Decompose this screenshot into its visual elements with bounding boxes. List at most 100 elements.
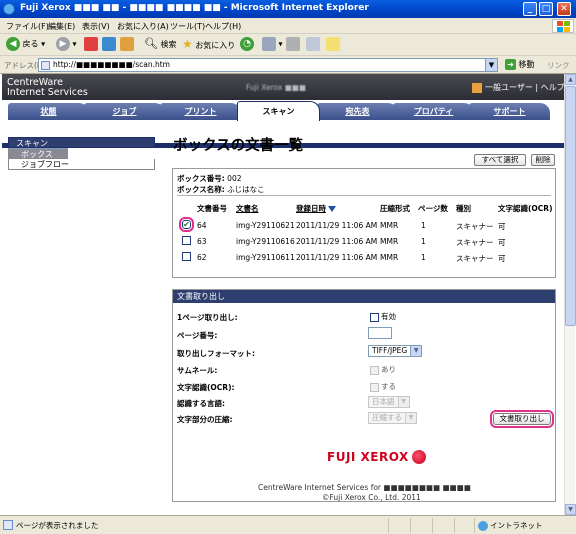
table-row: ✔ 64 img-Y29110621 2011/11/29 11:06 AM MMR 1 ス… xyxy=(173,217,557,233)
tab-properties[interactable]: プロパティ xyxy=(393,103,474,120)
search-icon: 🔍︎ xyxy=(144,37,158,50)
xerox-sphere-icon xyxy=(411,450,426,464)
user-icon xyxy=(472,82,482,93)
cwis-header: CentreWare Internet Services Fuji Xerox … xyxy=(2,74,564,100)
format-label: 取り出しフォーマット: xyxy=(177,349,255,358)
links-button[interactable]: リンク xyxy=(547,60,570,71)
cell-doc-number: 62 xyxy=(197,253,207,262)
cell-doc-number: 64 xyxy=(197,221,207,230)
history-button[interactable]: ◔ xyxy=(240,37,254,53)
refresh-button[interactable] xyxy=(102,37,116,53)
menu-bar: ファイル(F) 編集(E) 表示(V) お気に入り(A) ツール(T) ヘルプ(… xyxy=(0,18,576,34)
go-button[interactable]: ➜ 移動 xyxy=(505,59,535,70)
back-button[interactable]: ◀ 戻る ▾ xyxy=(6,37,45,53)
tab-job[interactable]: ジョブ xyxy=(84,103,165,120)
intranet-icon xyxy=(478,521,488,531)
page-number-input[interactable] xyxy=(368,327,392,339)
fuji-xerox-logo: FUJI XEROX xyxy=(327,450,426,470)
maximize-button[interactable]: □ xyxy=(539,2,553,16)
row-checkbox[interactable] xyxy=(182,252,191,261)
search-button[interactable]: 🔍︎ 検索 xyxy=(144,37,177,53)
retrieve-panel: 文書取り出し 1ページ取り出し: 有効 ページ番号: 取り出しフォーマット: T… xyxy=(172,289,556,502)
menu-tools[interactable]: ツール(T) xyxy=(170,21,205,32)
refresh-icon xyxy=(102,37,116,51)
home-button[interactable] xyxy=(120,37,134,53)
col-doc-name[interactable]: 文書名 xyxy=(236,203,259,214)
cell-format: MMR xyxy=(380,237,399,246)
nav-item-box[interactable]: ボックス xyxy=(8,148,68,159)
mail-button[interactable]: ▾ xyxy=(262,37,283,53)
note-icon xyxy=(326,37,340,51)
ocr-checkbox[interactable]: する xyxy=(370,381,396,392)
messenger-button[interactable] xyxy=(326,37,340,53)
home-icon xyxy=(120,37,134,51)
table-row: 63 img-Y29110616 2011/11/29 11:06 AM MMR 1 スキ… xyxy=(173,233,557,249)
menu-view[interactable]: 表示(V) xyxy=(82,21,110,32)
menu-help[interactable]: ヘルプ(H) xyxy=(205,21,241,32)
footer-product: CentreWare Internet Services for ■■■■■■■… xyxy=(258,483,471,492)
cell-ocr: 可 xyxy=(498,222,506,231)
compress-select[interactable]: 圧縮する ▼ xyxy=(368,412,417,424)
tab-status[interactable]: 状態 xyxy=(8,103,89,120)
row-checkbox[interactable] xyxy=(182,236,191,245)
tab-support[interactable]: サポート xyxy=(469,103,550,120)
forward-button[interactable]: ▶ ▾ xyxy=(56,37,77,53)
menu-edit[interactable]: 編集(E) xyxy=(48,21,75,32)
ocr-label: 文字認識(OCR): xyxy=(177,383,235,392)
scroll-up-button[interactable]: ▲ xyxy=(565,74,576,85)
address-input[interactable]: http://■■■■■■■■/scan.htm ▼ xyxy=(38,58,498,72)
cell-pages: 1 xyxy=(421,237,426,246)
minimize-button[interactable]: _ xyxy=(523,2,537,16)
back-arrow-icon: ◀ xyxy=(6,37,20,51)
scroll-down-button[interactable]: ▼ xyxy=(565,504,576,515)
single-page-checkbox[interactable]: 有効 xyxy=(370,311,396,322)
scroll-thumb[interactable] xyxy=(565,86,576,326)
cell-pages: 1 xyxy=(421,221,426,230)
print-button[interactable] xyxy=(286,37,300,53)
nav-item-jobflow[interactable]: ジョブフロー xyxy=(8,159,155,170)
cell-ocr: 可 xyxy=(498,238,506,247)
cell-date: 2011/11/29 11:06 AM xyxy=(296,237,378,246)
address-dropdown[interactable]: ▼ xyxy=(485,59,497,71)
tab-print[interactable]: プリント xyxy=(160,103,241,120)
ie-icon xyxy=(3,3,15,15)
edit-icon xyxy=(306,37,320,51)
row-checkbox[interactable]: ✔ xyxy=(179,217,194,232)
star-icon: ★ xyxy=(182,37,193,51)
thumbnail-label: サムネール: xyxy=(177,366,218,375)
close-button[interactable]: ✕ xyxy=(557,2,571,16)
tab-scan[interactable]: スキャン xyxy=(237,101,320,121)
cell-doc-number: 63 xyxy=(197,237,207,246)
tab-address-book[interactable]: 宛先表 xyxy=(317,103,398,120)
favorites-button[interactable]: ★ お気に入り xyxy=(182,37,235,53)
menu-file[interactable]: ファイル(F) xyxy=(6,21,49,32)
select-all-button[interactable]: すべて選択 xyxy=(474,154,526,166)
tab-bar: 状態 ジョブ プリント スキャン 宛先表 プロパティ サポート xyxy=(2,100,564,148)
language-select[interactable]: 日本語 ▼ xyxy=(368,396,410,408)
device-model: Fuji Xerox ■■■ xyxy=(246,83,306,92)
thumbnail-checkbox[interactable]: あり xyxy=(370,364,396,375)
menu-favorites[interactable]: お気に入り(A) xyxy=(117,21,169,32)
stop-button[interactable] xyxy=(84,37,98,53)
delete-button[interactable]: 削除 xyxy=(531,154,555,166)
box-name: ボックス名称: ふじはなこ xyxy=(177,185,265,194)
compress-label: 文字部分の圧縮: xyxy=(177,415,233,424)
cell-ocr: 可 xyxy=(498,254,506,263)
brand-line2: Internet Services xyxy=(7,87,88,98)
address-bar: アドレス(D) http://■■■■■■■■/scan.htm ▼ ➜ 移動 … xyxy=(0,56,576,74)
nav-heading: スキャン xyxy=(8,137,155,148)
cell-type: スキャナー xyxy=(456,238,494,247)
format-select[interactable]: TIFF/JPEG ▼ xyxy=(368,345,423,357)
retrieve-button[interactable]: 文書取り出し xyxy=(490,410,554,428)
go-arrow-icon: ➜ xyxy=(505,59,516,70)
page-number-label: ページ番号: xyxy=(177,331,218,340)
mail-icon xyxy=(262,37,276,51)
col-date[interactable]: 登録日時 xyxy=(296,203,336,214)
vertical-scrollbar[interactable]: ▲ ▼ xyxy=(564,74,576,515)
user-help-links[interactable]: 一般ユーザー | ヘルプ... xyxy=(472,82,564,93)
table-row: 62 img-Y29110611 2011/11/29 11:06 AM MMR 1 スキ… xyxy=(173,249,557,265)
cell-format: MMR xyxy=(380,253,399,262)
edit-button[interactable] xyxy=(306,37,320,53)
divider xyxy=(177,195,551,196)
toolbar: ◀ 戻る ▾ ▶ ▾ 🔍︎ 検索 ★ お気に入り ◔ ▾ xyxy=(0,34,576,56)
